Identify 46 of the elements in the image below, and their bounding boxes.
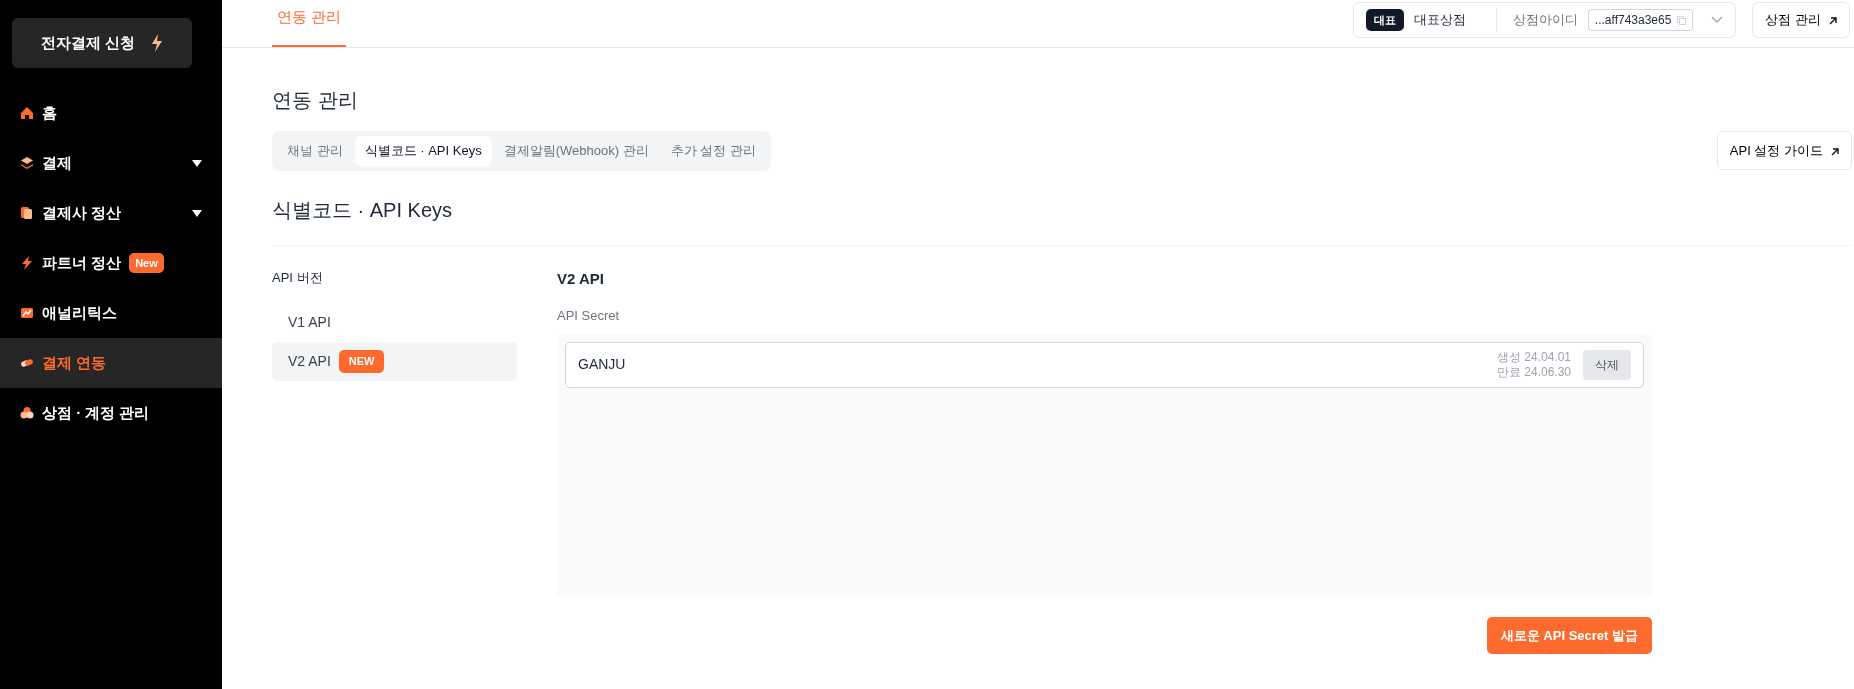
sidebar-item[interactable]: 상점 · 계정 관리 — [0, 388, 222, 438]
house-icon — [20, 106, 34, 120]
guide-button[interactable]: API 설정 가이드 — [1716, 131, 1852, 170]
external-link-icon — [1829, 145, 1839, 156]
lightning-icon — [151, 34, 164, 52]
role-badge: 대표 — [1365, 8, 1404, 32]
tab[interactable]: 식별코드 · API Keys — [354, 136, 492, 166]
version-item[interactable]: V2 API NEW — [272, 342, 517, 381]
section-title: 식별코드 · API Keys — [272, 197, 454, 223]
copy-icon — [1677, 15, 1687, 25]
sidebar-item[interactable]: 결제사 정산 — [0, 188, 222, 238]
created-date: 생성 24.04.01 — [1496, 350, 1571, 365]
merchant-name: 대표상점 — [1413, 11, 1466, 30]
expiry-date: 만료 24.06.30 — [1496, 364, 1571, 379]
caret-icon — [192, 159, 202, 167]
secret-name: GANJU — [578, 355, 627, 374]
sidebar-item[interactable]: 결제 연동 — [0, 338, 222, 388]
detail-title: V2 API — [557, 268, 605, 289]
sidebar-item[interactable]: 파트너 정산 New — [0, 238, 222, 288]
delete-button[interactable]: 삭제 — [1583, 349, 1631, 380]
chevron-down-icon — [1711, 16, 1724, 24]
documents-icon — [20, 206, 34, 220]
store-icon — [20, 406, 34, 420]
tab[interactable]: 결제알림(Webhook) 관리 — [493, 136, 659, 166]
apply-button[interactable]: 전자결제 신청 — [12, 18, 192, 68]
tab[interactable]: 추가 설정 관리 — [660, 136, 766, 166]
caret-icon — [192, 209, 202, 217]
external-link-icon — [1827, 15, 1837, 25]
new-badge: NEW — [338, 350, 385, 373]
merchant-id: ...aff743a3e65 — [1594, 12, 1672, 29]
version-label: API 버전 — [272, 268, 324, 287]
page-title: 연동 관리 — [272, 88, 359, 113]
lightning-icon — [20, 256, 34, 270]
sidebar-item[interactable]: 결제 — [0, 138, 222, 188]
link-icon — [20, 356, 34, 370]
tab[interactable]: 채널 관리 — [277, 136, 353, 166]
merchant-selector[interactable]: 대표 대표상점 상점아이디 ...aff743a3e65 — [1352, 2, 1737, 38]
secret-label: API Secret — [557, 307, 621, 325]
version-item[interactable]: V1 API — [272, 303, 517, 342]
chart-icon — [20, 306, 34, 320]
sidebar-item[interactable]: 애널리틱스 — [0, 288, 222, 338]
id-label: 상점아이디 — [1512, 11, 1578, 30]
layers-icon — [20, 156, 34, 170]
manage-store-button[interactable]: 상점 관리 — [1752, 2, 1850, 38]
new-badge: New — [129, 252, 164, 274]
sidebar-item[interactable]: 홈 — [0, 88, 222, 138]
